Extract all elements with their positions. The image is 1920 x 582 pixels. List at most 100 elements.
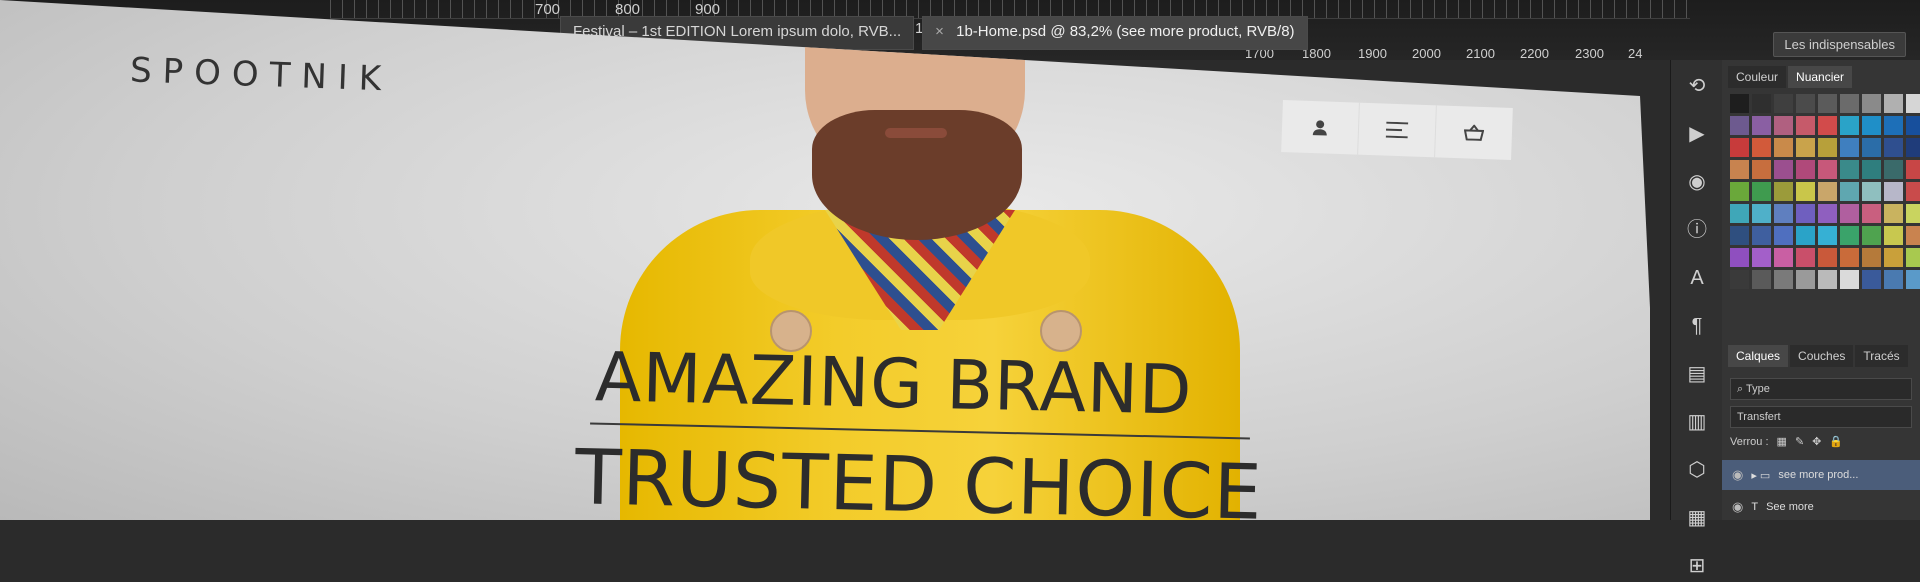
color-swatch[interactable]: [1774, 226, 1793, 245]
image-icon[interactable]: ▦: [1681, 502, 1713, 534]
color-swatch[interactable]: [1818, 138, 1837, 157]
color-swatch[interactable]: [1884, 204, 1903, 223]
lock-brush-icon[interactable]: ✎: [1795, 435, 1804, 448]
color-swatch[interactable]: [1796, 204, 1815, 223]
document-canvas[interactable]: SPOOTNIK AMAZING BRAND TRUSTED CHOICE: [0, 0, 1650, 520]
color-swatch[interactable]: [1862, 182, 1881, 201]
color-swatch[interactable]: [1730, 116, 1749, 135]
character-icon[interactable]: A: [1681, 262, 1713, 294]
color-swatch[interactable]: [1840, 270, 1859, 289]
color-swatch[interactable]: [1840, 248, 1859, 267]
color-swatch[interactable]: [1840, 138, 1859, 157]
color-swatch[interactable]: [1818, 204, 1837, 223]
close-icon[interactable]: ×: [935, 23, 944, 40]
basket-icon[interactable]: [1435, 105, 1513, 160]
color-swatch[interactable]: [1862, 138, 1881, 157]
3d-icon[interactable]: ⬡: [1681, 454, 1713, 486]
color-swatch[interactable]: [1752, 116, 1771, 135]
color-swatch[interactable]: [1862, 116, 1881, 135]
color-swatch[interactable]: [1884, 248, 1903, 267]
color-swatch[interactable]: [1862, 204, 1881, 223]
color-swatch[interactable]: [1818, 182, 1837, 201]
color-swatch[interactable]: [1774, 138, 1793, 157]
color-swatch[interactable]: [1840, 204, 1859, 223]
lock-move-icon[interactable]: ✥: [1812, 435, 1821, 448]
color-swatch[interactable]: [1906, 204, 1920, 223]
color-swatch[interactable]: [1862, 94, 1881, 113]
color-swatch[interactable]: [1906, 160, 1920, 179]
color-swatch[interactable]: [1884, 226, 1903, 245]
color-swatch[interactable]: [1752, 204, 1771, 223]
color-swatch[interactable]: [1796, 226, 1815, 245]
color-swatch[interactable]: [1884, 160, 1903, 179]
color-swatch[interactable]: [1730, 160, 1749, 179]
color-swatch[interactable]: [1884, 116, 1903, 135]
color-swatch[interactable]: [1840, 182, 1859, 201]
color-swatch[interactable]: [1730, 226, 1749, 245]
color-swatch[interactable]: [1818, 116, 1837, 135]
layers-comp-icon[interactable]: ▤: [1681, 358, 1713, 390]
color-swatch[interactable]: [1818, 160, 1837, 179]
color-swatch[interactable]: [1774, 270, 1793, 289]
lock-icon[interactable]: 🔒: [1829, 435, 1843, 448]
color-swatch[interactable]: [1796, 248, 1815, 267]
color-swatch[interactable]: [1862, 226, 1881, 245]
color-swatch[interactable]: [1730, 204, 1749, 223]
color-swatch[interactable]: [1774, 160, 1793, 179]
color-swatch[interactable]: [1752, 182, 1771, 201]
color-swatch[interactable]: [1796, 94, 1815, 113]
color-swatch[interactable]: [1862, 160, 1881, 179]
color-swatch[interactable]: [1752, 226, 1771, 245]
color-swatch[interactable]: [1884, 270, 1903, 289]
color-swatch[interactable]: [1730, 94, 1749, 113]
color-swatch[interactable]: [1840, 94, 1859, 113]
color-swatch[interactable]: [1840, 226, 1859, 245]
color-swatch[interactable]: [1818, 270, 1837, 289]
color-swatch[interactable]: [1906, 94, 1920, 113]
color-swatch[interactable]: [1796, 160, 1815, 179]
color-swatch[interactable]: [1796, 270, 1815, 289]
color-swatch[interactable]: [1774, 116, 1793, 135]
tab-traces[interactable]: Tracés: [1855, 345, 1908, 367]
color-swatch[interactable]: [1730, 270, 1749, 289]
color-swatch[interactable]: [1906, 270, 1920, 289]
color-swatch[interactable]: [1840, 116, 1859, 135]
color-swatch[interactable]: [1818, 226, 1837, 245]
color-swatch[interactable]: [1752, 138, 1771, 157]
eye-icon[interactable]: ◉: [1732, 467, 1743, 483]
color-swatch[interactable]: [1884, 182, 1903, 201]
color-swatch[interactable]: [1796, 182, 1815, 201]
history-icon[interactable]: ⟲: [1681, 70, 1713, 102]
color-swatch[interactable]: [1862, 270, 1881, 289]
color-swatch[interactable]: [1862, 248, 1881, 267]
eye-icon[interactable]: ◉: [1732, 499, 1743, 515]
color-swatch[interactable]: [1906, 248, 1920, 267]
workspace-dropdown[interactable]: Les indispensables: [1773, 32, 1906, 57]
color-swatch[interactable]: [1774, 248, 1793, 267]
tab-couleur[interactable]: Couleur: [1728, 66, 1787, 88]
layer-text-row[interactable]: ◉ T See more: [1722, 492, 1920, 522]
paragraph-icon[interactable]: ¶: [1681, 310, 1713, 342]
layer-group-row[interactable]: ◉ ▸ ▭ see more prod...: [1722, 460, 1920, 490]
color-swatch[interactable]: [1752, 248, 1771, 267]
color-swatch[interactable]: [1906, 226, 1920, 245]
color-swatch[interactable]: [1840, 160, 1859, 179]
lock-pixels-icon[interactable]: ▦: [1777, 435, 1787, 448]
tab-calques[interactable]: Calques: [1728, 345, 1789, 367]
info-circle-icon[interactable]: ⓘ: [1681, 214, 1713, 246]
color-swatch[interactable]: [1818, 248, 1837, 267]
color-swatch[interactable]: [1752, 160, 1771, 179]
blend-mode-select[interactable]: Transfert: [1730, 406, 1912, 428]
color-swatch[interactable]: [1906, 116, 1920, 135]
tab-couches[interactable]: Couches: [1790, 345, 1854, 367]
menu-icon[interactable]: [1358, 102, 1437, 158]
user-icon[interactable]: [1281, 100, 1360, 155]
color-swatch[interactable]: [1730, 138, 1749, 157]
color-swatch[interactable]: [1730, 248, 1749, 267]
color-swatch[interactable]: [1752, 94, 1771, 113]
tab-home[interactable]: × 1b-Home.psd @ 83,2% (see more product,…: [922, 16, 1308, 50]
color-swatch[interactable]: [1796, 138, 1815, 157]
color-swatch[interactable]: [1884, 94, 1903, 113]
color-swatch[interactable]: [1818, 94, 1837, 113]
notes-icon[interactable]: ▥: [1681, 406, 1713, 438]
